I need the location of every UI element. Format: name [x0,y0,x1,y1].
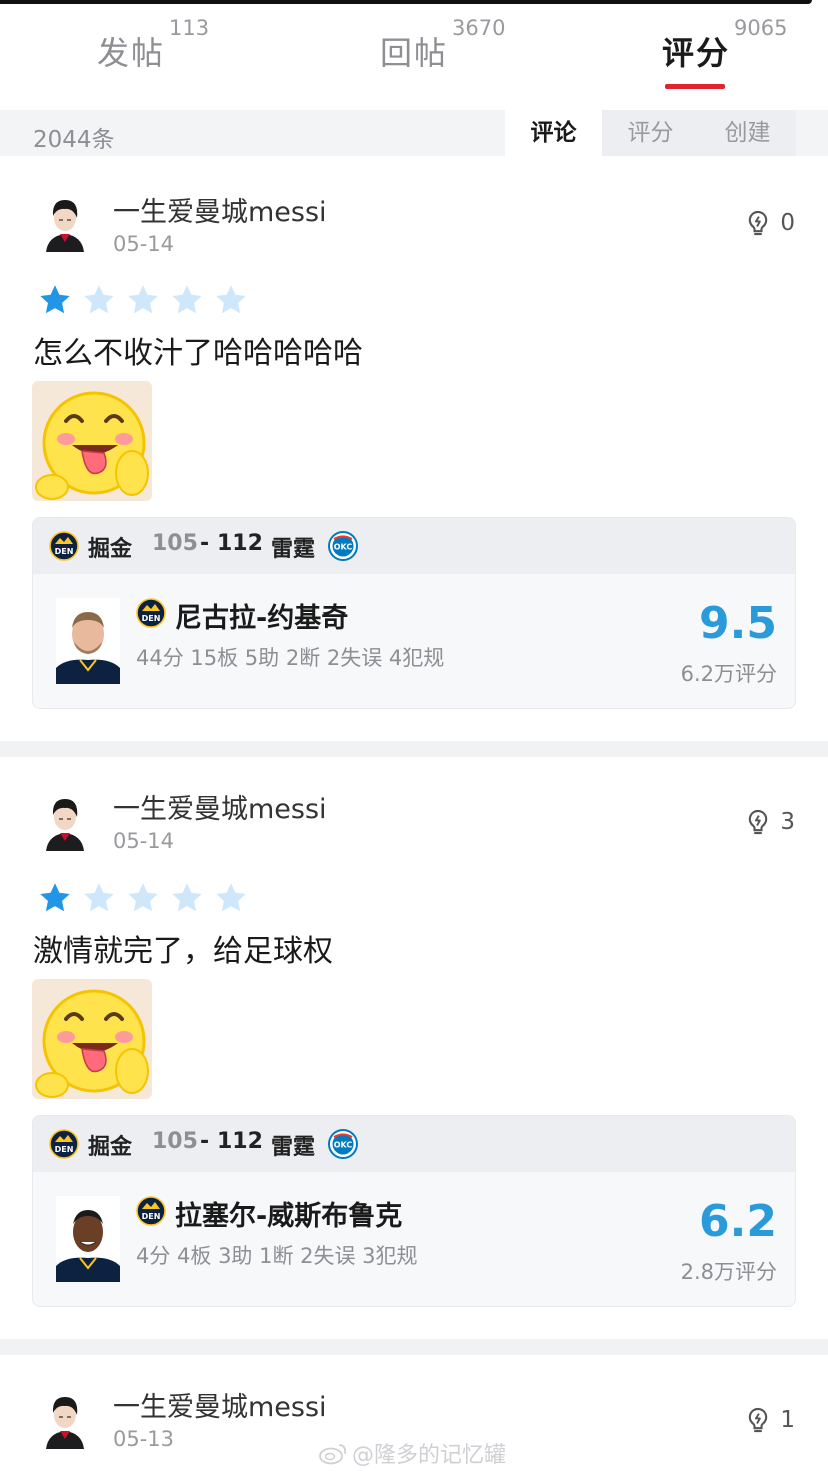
username[interactable]: 一生爱曼城messi [113,1385,327,1424]
match-header: 掘金 105 - 112 雷霆 [33,518,795,574]
tab-ratings-count: 9065 [734,16,788,40]
player-photo [56,1196,120,1282]
watermark-text: @隆多的记忆罐 [352,1443,507,1468]
tab-posts[interactable]: 发帖 113 [97,16,209,78]
away-team-name: 雷霆 [271,1135,316,1160]
like-button[interactable]: 3 [744,805,795,839]
card-divider [0,1339,828,1355]
star-empty-icon [80,282,118,318]
player-stats: 44分 15板 5助 2断 2失误 4犯规 [136,646,445,670]
filter-segmented-control: 评论 评分 创建 [505,110,796,156]
player-rating: 6.2 [699,1196,777,1247]
star-empty-icon [212,880,250,916]
star-empty-icon [124,282,162,318]
sticker-image[interactable] [32,979,152,1099]
score-separator: - [200,531,210,556]
away-team-name: 雷霆 [271,537,316,562]
home-team-name: 掘金 [88,537,133,562]
like-button[interactable]: 0 [744,206,795,240]
like-count: 3 [780,809,795,835]
sticker-image[interactable] [32,381,152,501]
rating-count: 2.8万评分 [680,1260,777,1284]
like-count: 0 [780,210,795,236]
watermark: @隆多的记忆罐 [318,1437,506,1469]
user-avatar[interactable] [40,789,90,851]
player-stats: 4分 4板 3助 1断 2失误 3犯规 [136,1244,418,1268]
match-header: 掘金 105 - 112 雷霆 [33,1116,795,1172]
okc-logo-icon [328,531,358,561]
filter-ratings[interactable]: 评分 [602,110,699,156]
post-date: 05-13 [113,1427,175,1451]
comment-text: 怎么不收汁了哈哈哈哈哈 [33,336,363,371]
total-count: 2044条 [33,127,115,153]
star-filled-icon [36,282,74,318]
comment-text: 激情就完了，给足球权 [33,934,333,969]
den-logo-icon [49,1129,79,1159]
home-score: 105 [152,1129,198,1154]
player-name: 拉塞尔-威斯布鲁克 [175,1201,403,1232]
tab-ratings-label: 评分 [662,34,731,72]
star-filled-icon [36,880,74,916]
profile-tabs: 发帖 113 回帖 3670 评分 9065 [0,0,828,110]
tab-posts-label: 发帖 [97,34,166,72]
star-empty-icon [212,282,250,318]
player-rating: 9.5 [699,598,777,649]
lightbulb-icon [744,208,772,238]
user-avatar[interactable] [40,1387,90,1449]
star-empty-icon [168,282,206,318]
den-logo-icon [136,1196,166,1226]
tab-ratings[interactable]: 评分 9065 [662,16,787,78]
like-button[interactable]: 1 [744,1403,795,1437]
username[interactable]: 一生爱曼城messi [113,190,327,229]
star-empty-icon [80,880,118,916]
lightbulb-icon [744,807,772,837]
star-rating [36,282,250,318]
lightbulb-icon [744,1405,772,1435]
post-date: 05-14 [113,829,175,853]
post-date: 05-14 [113,232,175,256]
den-logo-icon [49,531,79,561]
star-rating [36,880,250,916]
weibo-icon [319,1444,347,1465]
tab-replies[interactable]: 回帖 3670 [380,16,505,78]
score-separator: - [200,1129,210,1154]
filter-comments[interactable]: 评论 [505,110,602,156]
home-score: 105 [152,531,198,556]
player-photo [56,598,120,684]
match-rating-card[interactable]: 掘金 105 - 112 雷霆 拉塞尔-威斯布鲁克 4分 4板 3助 1断 2失… [32,1115,796,1307]
filter-bar: 2044条 评论 评分 创建 [0,110,828,156]
tab-replies-label: 回帖 [380,34,449,72]
okc-logo-icon [328,1129,358,1159]
star-empty-icon [168,880,206,916]
username[interactable]: 一生爱曼城messi [113,787,327,826]
star-empty-icon [124,880,162,916]
rating-count: 6.2万评分 [680,662,777,686]
active-tab-underline [665,84,725,89]
player-name: 尼古拉-约基奇 [175,603,349,634]
tab-posts-count: 113 [169,16,210,40]
den-logo-icon [136,598,166,628]
filter-created[interactable]: 创建 [699,110,796,156]
match-rating-card[interactable]: 掘金 105 - 112 雷霆 尼古拉-约基奇 44分 15板 5助 2断 2失… [32,517,796,709]
user-avatar[interactable] [40,190,90,252]
tab-replies-count: 3670 [452,16,506,40]
card-divider [0,741,828,757]
like-count: 1 [780,1407,795,1433]
away-score: 112 [217,1129,263,1154]
home-team-name: 掘金 [88,1135,133,1160]
away-score: 112 [217,531,263,556]
